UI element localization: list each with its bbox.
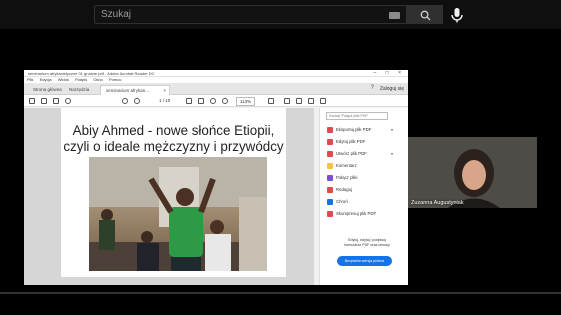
tool-combine-files[interactable]: Połącz pliki xyxy=(327,174,358,183)
presenter-name: Zuzanna Augustyniak xyxy=(411,200,464,206)
shared-screen: seminarium afrykanistyczne 01 grudzie.pd… xyxy=(24,70,408,285)
window-title: seminarium afrykanistyczne 01 grudzie.pd… xyxy=(28,71,155,76)
print-icon[interactable] xyxy=(53,98,59,104)
menu-item[interactable]: Pomoc xyxy=(109,77,121,82)
login-button[interactable]: Zaloguj się xyxy=(380,85,404,93)
tab-label: Narzędzia xyxy=(69,87,90,92)
tool-label: Chroń xyxy=(336,199,348,204)
window-titlebar: seminarium afrykanistyczne 01 grudzie.pd… xyxy=(24,70,408,77)
tool-compress-pdf[interactable]: Skompresuj plik PDF xyxy=(327,210,376,219)
combine-files-icon xyxy=(327,175,333,181)
highlight-icon[interactable] xyxy=(296,98,302,104)
hand-tool-icon[interactable] xyxy=(198,98,204,104)
video-progress-bar[interactable] xyxy=(0,292,561,294)
tab-label: seminarium afrykan... xyxy=(106,88,150,93)
select-tool-icon[interactable] xyxy=(186,98,192,104)
tab-tools[interactable]: Narzędzia xyxy=(64,85,94,95)
tool-comment[interactable]: Komentarz xyxy=(327,162,357,171)
slide-title: Abiy Ahmed - nowe słońce Etiopii, czyli … xyxy=(61,123,286,155)
presenter-video[interactable]: Zuzanna Augustyniak xyxy=(408,137,537,208)
save-icon[interactable] xyxy=(29,98,35,104)
keyboard-icon[interactable] xyxy=(389,12,400,19)
tool-edit-pdf[interactable]: Edytuj plik PDF xyxy=(327,138,365,147)
search-icon[interactable] xyxy=(65,98,71,104)
promo-text: Edytuj, edytuj i podpisuj formularze PDF… xyxy=(328,238,406,248)
search-icon xyxy=(420,10,431,21)
help-icon[interactable]: ? xyxy=(371,85,374,91)
tab-label: Strona główna xyxy=(33,87,62,92)
photo-scene xyxy=(89,157,267,271)
tool-label: Eksportuj plik PDF xyxy=(336,127,372,132)
screen: Szukaj seminarium afrykanistyczne 01 gru… xyxy=(0,0,561,315)
menu-item[interactable]: Podpis xyxy=(75,77,87,82)
tool-create-pdf[interactable]: Utwórz plik PDF ▾ xyxy=(327,150,393,159)
tools-pane: Szukaj 'Połącz pliki PDF' Eksportuj plik… xyxy=(319,108,408,285)
tool-label: Redaguj xyxy=(336,187,353,192)
tools-search-input[interactable]: Szukaj 'Połącz pliki PDF' xyxy=(326,112,388,120)
tab-home[interactable]: Strona główna xyxy=(28,85,67,95)
document-area[interactable]: Abiy Ahmed - nowe słońce Etiopii, czyli … xyxy=(24,108,314,285)
chevron-down-icon[interactable]: ▾ xyxy=(391,150,393,158)
toolbar: 1 / 10 113% xyxy=(24,95,408,107)
page-down-icon[interactable] xyxy=(134,98,140,104)
microphone-icon[interactable] xyxy=(448,6,466,24)
menu-item[interactable]: Widok xyxy=(58,77,69,82)
menu-item[interactable]: Plik xyxy=(27,77,33,82)
zoom-in-icon[interactable] xyxy=(222,98,228,104)
tab-document[interactable]: seminarium afrykan... × xyxy=(100,85,170,95)
window-controls[interactable]: – □ × xyxy=(374,70,406,77)
sign-icon[interactable] xyxy=(320,98,326,104)
comment-icon[interactable] xyxy=(284,98,290,104)
search-button[interactable] xyxy=(407,5,443,24)
tool-redact[interactable]: Redaguj xyxy=(327,186,352,195)
tool-label: Połącz pliki xyxy=(336,175,358,180)
search-input[interactable]: Szukaj xyxy=(94,5,407,24)
bookmark-icon[interactable] xyxy=(41,98,47,104)
tab-bar: Strona główna Narzędzia seminarium afryk… xyxy=(24,83,408,95)
pdf-page: Abiy Ahmed - nowe słońce Etiopii, czyli … xyxy=(61,108,286,277)
fit-page-icon[interactable] xyxy=(268,98,274,104)
edit-pdf-icon xyxy=(327,139,333,145)
tool-label: Utwórz plik PDF xyxy=(336,151,367,156)
slide-title-line: czyli o ideale mężczyzny i przywódcy xyxy=(63,139,284,154)
export-pdf-icon xyxy=(327,127,333,133)
free-trial-button[interactable]: Bezpłatna wersja próbna xyxy=(337,256,392,266)
page-indicator[interactable]: 1 / 10 xyxy=(159,98,170,103)
tool-label: Komentarz xyxy=(336,163,357,168)
tool-protect[interactable]: Chroń xyxy=(327,198,348,207)
page-up-icon[interactable] xyxy=(122,98,128,104)
tool-label: Edytuj plik PDF xyxy=(336,139,366,144)
menu-item[interactable]: Okno xyxy=(93,77,103,82)
protect-icon xyxy=(327,199,333,205)
tool-export-pdf[interactable]: Eksportuj plik PDF ▾ xyxy=(327,126,393,135)
tool-label: Skompresuj plik PDF xyxy=(336,211,377,216)
promo-line: formularze PDF oraz umowy xyxy=(344,243,390,247)
redact-icon xyxy=(327,187,333,193)
top-bar: Szukaj xyxy=(0,0,561,29)
presenter-image xyxy=(408,137,537,208)
chevron-down-icon[interactable]: ▾ xyxy=(391,126,393,134)
slide-title-line: Abiy Ahmed - nowe słońce Etiopii, xyxy=(72,123,275,138)
comment-icon xyxy=(327,163,333,169)
create-pdf-icon xyxy=(327,151,333,157)
menu-item[interactable]: Edycja xyxy=(40,77,52,82)
draw-icon[interactable] xyxy=(308,98,314,104)
compress-pdf-icon xyxy=(327,211,333,217)
zoom-select[interactable]: 113% xyxy=(236,97,256,106)
zoom-out-icon[interactable] xyxy=(210,98,216,104)
slide-photo xyxy=(89,157,267,271)
search-placeholder: Szukaj xyxy=(101,9,132,20)
